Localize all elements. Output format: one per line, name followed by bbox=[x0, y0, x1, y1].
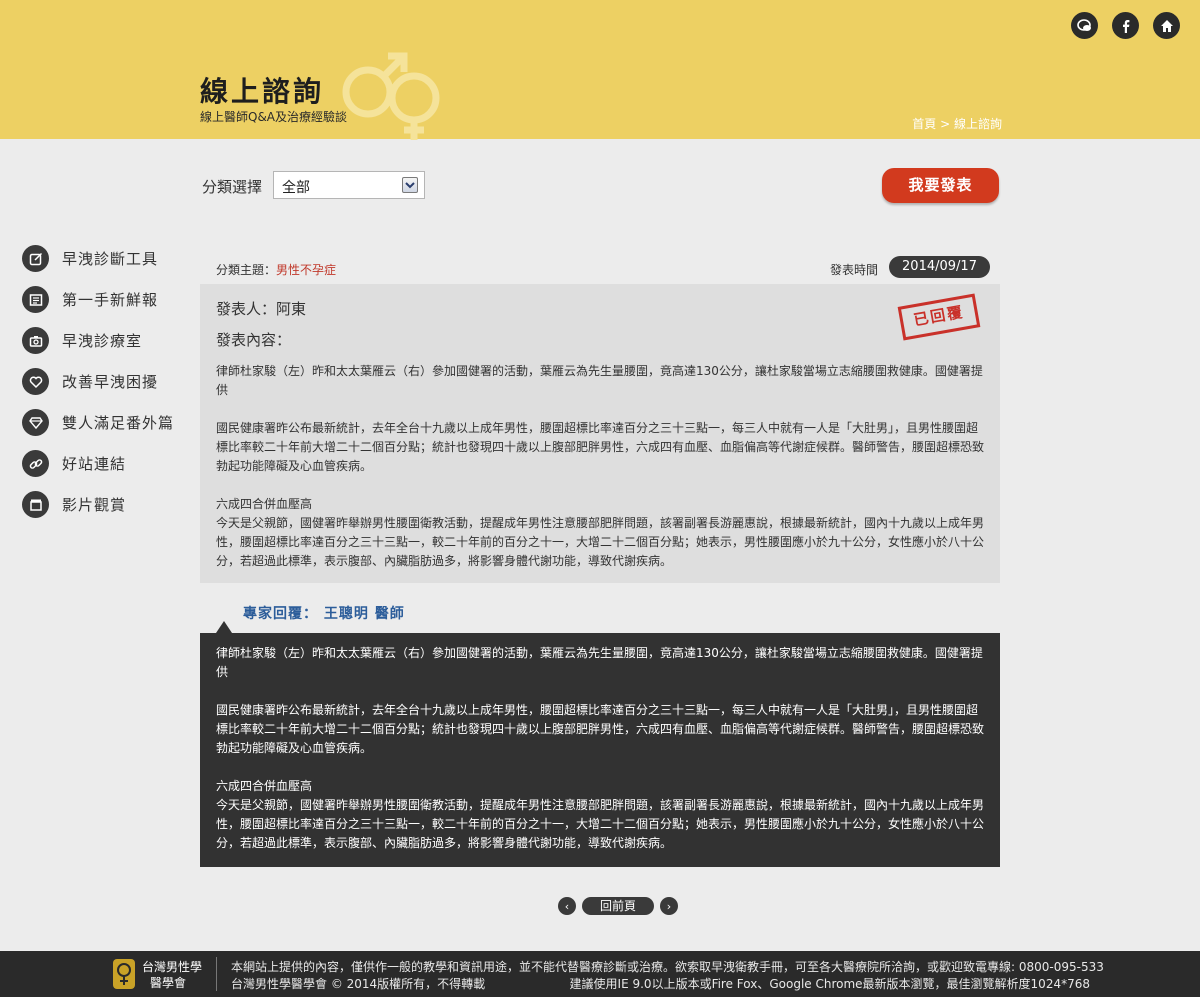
sidebar-item-links[interactable]: 好站連結 bbox=[22, 443, 174, 484]
footer-browser-note: 建議使用IE 9.0以上版本或Fire Fox、Google Chrome最新版… bbox=[569, 977, 1090, 991]
page-footer: 台灣男性學 醫學會 本網站上提供的內容，僅供作一般的教學和資訊用途，並不能代替醫… bbox=[0, 951, 1200, 997]
facebook-icon[interactable] bbox=[1112, 12, 1139, 39]
prev-arrow-icon[interactable]: ‹ bbox=[558, 897, 576, 915]
news-icon bbox=[22, 286, 49, 313]
breadcrumb-current: 線上諮詢 bbox=[953, 117, 1002, 131]
page-header: 線上諮詢 線上醫師Q&A及治療經驗談 首頁 > 線上諮詢 bbox=[0, 0, 1200, 140]
sidebar-item-diagnosis-tool[interactable]: 早洩診斷工具 bbox=[22, 238, 174, 279]
filter-label: 分類選擇 bbox=[202, 178, 263, 196]
expert-reply-heading: 專家回覆： 王聰明 醫師 bbox=[243, 606, 405, 622]
post-date-badge: 2014/09/17 bbox=[889, 256, 990, 278]
back-button[interactable]: 回前頁 bbox=[582, 897, 654, 915]
sidebar: 早洩診斷工具 第一手新鮮報 早洩診療室 改善早洩困擾 雙人滿足番外篇 好站連結 bbox=[22, 238, 174, 525]
breadcrumb-home-link[interactable]: 首頁 bbox=[912, 117, 936, 131]
sidebar-item-couples[interactable]: 雙人滿足番外篇 bbox=[22, 402, 174, 443]
footer-copyright: 台灣男性學醫學會 © 2014版權所有，不得轉載 bbox=[231, 977, 486, 991]
sidebar-item-label: 第一手新鮮報 bbox=[62, 291, 159, 309]
reply-paragraph: 律師杜家駿（左）昨和太太葉雁云（右）參加國健署的活動，葉雁云為先生量腰圍，竟高達… bbox=[216, 646, 983, 679]
home-icon[interactable] bbox=[1153, 12, 1180, 39]
footer-org-line: 台灣男性學 bbox=[142, 960, 203, 974]
sidebar-item-news[interactable]: 第一手新鮮報 bbox=[22, 279, 174, 320]
chat-icon[interactable] bbox=[1071, 12, 1098, 39]
post-author: 發表人：阿東 bbox=[216, 300, 307, 318]
reply-paragraph: 國民健康署昨公布最新統計，去年全台十九歲以上成年男性，腰圍超標比率達百分之三十三… bbox=[216, 703, 985, 755]
sidebar-item-label: 早洩診療室 bbox=[62, 332, 143, 350]
top-icon-bar bbox=[1071, 12, 1180, 39]
next-arrow-icon[interactable]: › bbox=[660, 897, 678, 915]
post-paragraph: 國民健康署昨公布最新統計，去年全台十九歲以上成年男性，腰圍超標比率達百分之三十三… bbox=[216, 421, 985, 473]
association-logo-icon bbox=[113, 959, 135, 989]
post-category: 分類主題：男性不孕症 bbox=[216, 261, 336, 278]
breadcrumb: 首頁 > 線上諮詢 bbox=[912, 115, 1002, 132]
footer-org-line: 醫學會 bbox=[150, 976, 187, 990]
pager: ‹ 回前頁 › bbox=[558, 897, 678, 915]
question-box: 發表人：阿東 發表內容： 律師杜家駿（左）昨和太太葉雁云（右）參加國健署的活動，… bbox=[200, 284, 1000, 583]
reply-pointer bbox=[216, 621, 232, 633]
post-time-label: 發表時間 bbox=[830, 263, 879, 277]
link-icon bbox=[22, 450, 49, 477]
post-paragraph: 六成四合併血壓高 今天是父親節，國健署昨舉辦男性腰圍衛教活動，提醒成年男性注意腰… bbox=[216, 497, 985, 568]
page-title: 線上諮詢 bbox=[200, 75, 325, 108]
post-button[interactable]: 我要發表 bbox=[882, 168, 999, 203]
sidebar-item-improve[interactable]: 改善早洩困擾 bbox=[22, 361, 174, 402]
expert-reply-box: 律師杜家駿（左）昨和太太葉雁云（右）參加國健署的活動，葉雁云為先生量腰圍，竟高達… bbox=[200, 633, 1000, 867]
film-icon bbox=[22, 491, 49, 518]
footer-disclaimer: 本網站上提供的內容，僅供作一般的教學和資訊用途，並不能代替醫療診斷或治療。欲索取… bbox=[231, 960, 1104, 974]
sidebar-item-label: 影片觀賞 bbox=[62, 496, 127, 514]
heart-icon bbox=[22, 368, 49, 395]
footer-divider bbox=[216, 957, 217, 991]
sidebar-item-label: 雙人滿足番外篇 bbox=[62, 414, 175, 432]
post-body: 律師杜家駿（左）昨和太太葉雁云（右）參加國健署的活動，葉雁云為先生量腰圍，竟高達… bbox=[216, 362, 984, 571]
post-paragraph: 律師杜家駿（左）昨和太太葉雁云（右）參加國健署的活動，葉雁云為先生量腰圍，竟高達… bbox=[216, 364, 983, 397]
reply-body: 律師杜家駿（左）昨和太太葉雁云（右）參加國健署的活動，葉雁云為先生量腰圍，竟高達… bbox=[216, 644, 984, 853]
sidebar-item-videos[interactable]: 影片觀賞 bbox=[22, 484, 174, 525]
breadcrumb-separator: > bbox=[936, 117, 954, 131]
edit-icon bbox=[22, 245, 49, 272]
sidebar-item-label: 早洩診斷工具 bbox=[62, 250, 159, 268]
gender-symbols-icon bbox=[342, 52, 440, 140]
category-select-value: 全部 bbox=[282, 180, 310, 196]
footer-org-name: 台灣男性學 醫學會 bbox=[142, 959, 202, 991]
post-content-label: 發表內容： bbox=[216, 331, 292, 349]
sidebar-item-label: 改善早洩困擾 bbox=[62, 373, 159, 391]
sidebar-item-clinic[interactable]: 早洩診療室 bbox=[22, 320, 174, 361]
diamond-icon bbox=[22, 409, 49, 436]
category-value[interactable]: 男性不孕症 bbox=[276, 263, 336, 277]
reply-paragraph: 六成四合併血壓高 今天是父親節，國健署昨舉辦男性腰圍衛教活動，提醒成年男性注意腰… bbox=[216, 779, 985, 850]
page-subtitle: 線上醫師Q&A及治療經驗談 bbox=[200, 110, 348, 124]
camera-icon bbox=[22, 327, 49, 354]
chevron-down-icon[interactable] bbox=[402, 177, 418, 193]
sidebar-item-label: 好站連結 bbox=[62, 455, 127, 473]
category-label: 分類主題： bbox=[216, 263, 277, 277]
category-select[interactable]: 全部 bbox=[273, 171, 425, 199]
